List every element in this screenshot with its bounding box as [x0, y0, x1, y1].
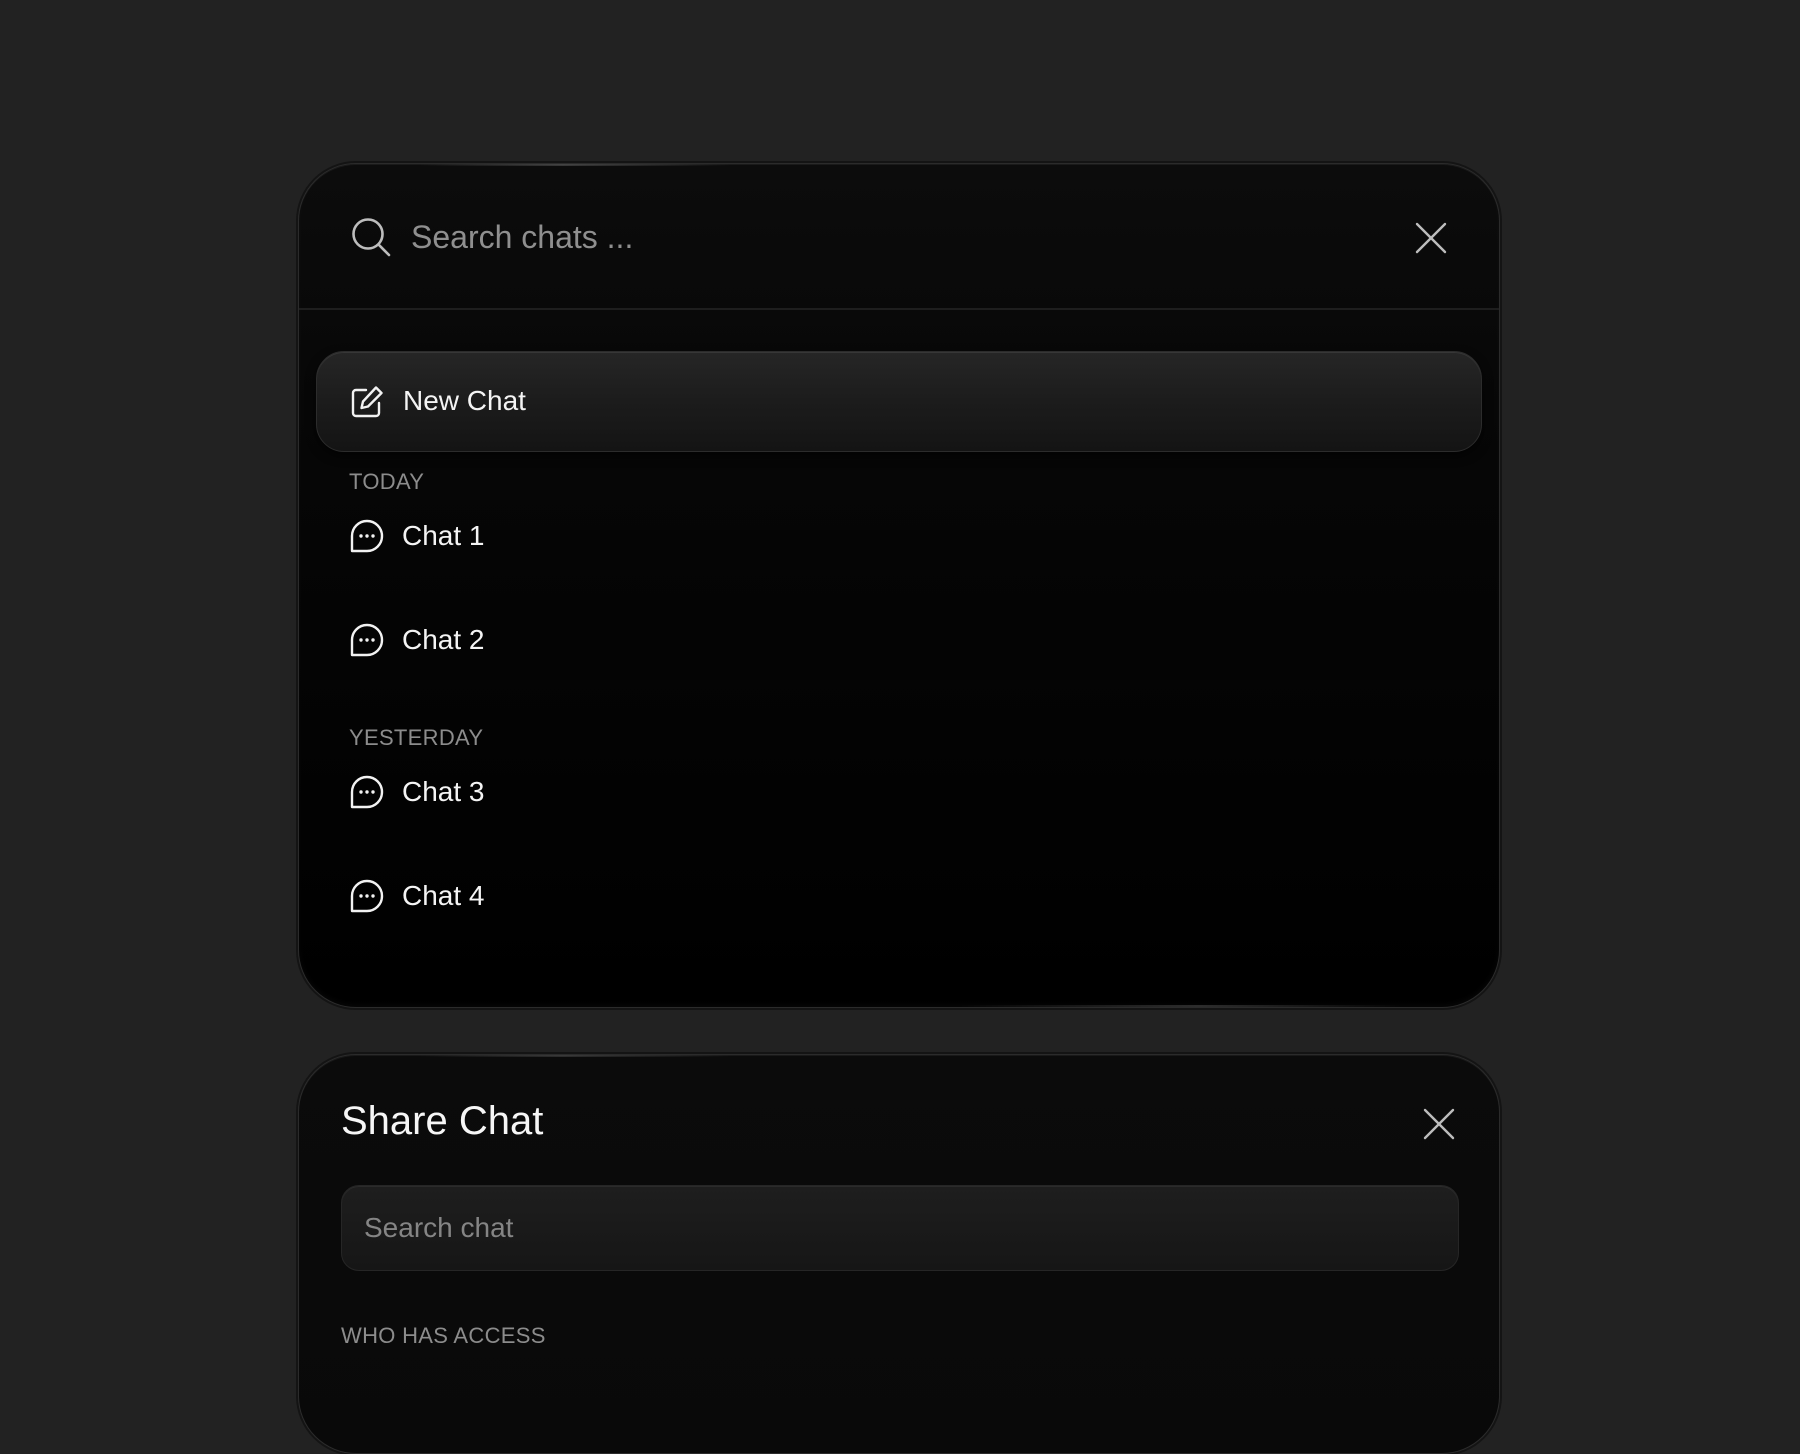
chat-bubble-icon [350, 879, 384, 913]
share-chat-panel: Share Chat WHO HAS ACCESS [298, 1054, 1500, 1454]
search-chats-panel: New Chat TODAY Chat 1 Chat 2 YESTERDAY C… [298, 163, 1500, 1008]
share-chat-title: Share Chat [341, 1099, 544, 1143]
who-has-access-heading: WHO HAS ACCESS [341, 1323, 546, 1348]
chat-item[interactable]: Chat 2 [316, 595, 1482, 685]
chat-item-label: Chat 4 [402, 880, 485, 911]
close-icon[interactable] [1411, 218, 1451, 258]
share-search-input[interactable] [364, 1206, 1424, 1250]
edit-icon [351, 386, 383, 418]
search-chats-input[interactable] [411, 212, 1311, 262]
new-chat-button[interactable]: New Chat [316, 351, 1482, 452]
search-icon [352, 218, 391, 257]
share-search-field [341, 1185, 1459, 1271]
chat-item[interactable]: Chat 4 [316, 851, 1482, 941]
chat-bubble-icon [350, 775, 384, 809]
new-chat-label: New Chat [403, 385, 526, 416]
chat-item[interactable]: Chat 3 [316, 747, 1482, 837]
chat-bubble-icon [350, 519, 384, 553]
chat-item-label: Chat 1 [402, 520, 485, 551]
chat-item[interactable]: Chat 1 [316, 491, 1482, 581]
chat-item-label: Chat 3 [402, 776, 485, 807]
search-bar [299, 164, 1499, 310]
chat-item-label: Chat 2 [402, 624, 485, 655]
close-icon[interactable] [1419, 1104, 1459, 1144]
chat-bubble-icon [350, 623, 384, 657]
